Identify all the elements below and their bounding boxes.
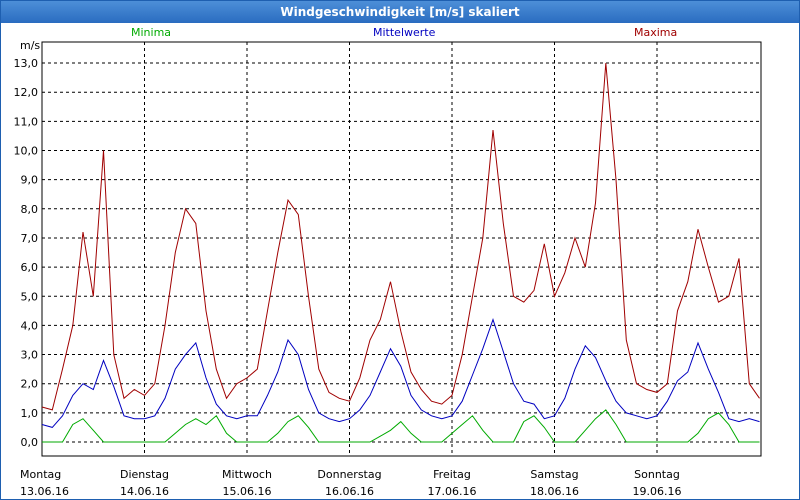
- x-day-label: Freitag: [433, 468, 471, 481]
- y-tick-label: 7,0: [21, 232, 39, 245]
- x-date-label: 14.06.16: [120, 485, 169, 498]
- y-tick-label: 12,0: [14, 86, 39, 99]
- series-line-mittelwerte: [41, 318, 760, 428]
- x-date-label: 19.06.16: [633, 485, 682, 498]
- y-tick-label: 4,0: [21, 319, 39, 332]
- y-tick-label: 10,0: [14, 145, 39, 158]
- y-tick-label: 2,0: [21, 378, 39, 391]
- x-date-label: 17.06.16: [428, 485, 477, 498]
- x-day-label: Montag: [20, 468, 61, 481]
- y-tick-label: 8,0: [21, 203, 39, 216]
- y-tick-label: 5,0: [21, 290, 39, 303]
- x-day-label: Mittwoch: [222, 468, 272, 481]
- x-date-label: 16.06.16: [325, 485, 374, 498]
- x-date-label: 13.06.16: [20, 485, 69, 498]
- y-tick-label: 1,0: [21, 407, 39, 420]
- y-tick-label: 9,0: [21, 174, 39, 187]
- y-tick-label: 13,0: [14, 57, 39, 70]
- y-tick-label: 3,0: [21, 349, 39, 362]
- x-day-label: Donnerstag: [317, 468, 381, 481]
- x-day-label: Samstag: [530, 468, 578, 481]
- wind-speed-chart: 0,0 1,0 2,0 3,0 4,0 5,0 6,0 7,0 8,0 9,0 10,0 11,0 12…: [14, 39, 762, 498]
- y-tick-label: 11,0: [14, 115, 39, 128]
- y-axis-label: m/s: [20, 39, 40, 52]
- y-tick-label: 6,0: [21, 261, 39, 274]
- series-line-minima: [42, 409, 760, 443]
- x-day-label: Sonntag: [634, 468, 680, 481]
- series-line-maxima: [41, 63, 760, 411]
- x-day-label: Dienstag: [120, 468, 169, 481]
- x-date-label: 15.06.16: [223, 485, 272, 498]
- plot-area: [41, 41, 762, 457]
- x-date-label: 18.06.16: [530, 485, 579, 498]
- y-tick-label: 0,0: [21, 436, 39, 449]
